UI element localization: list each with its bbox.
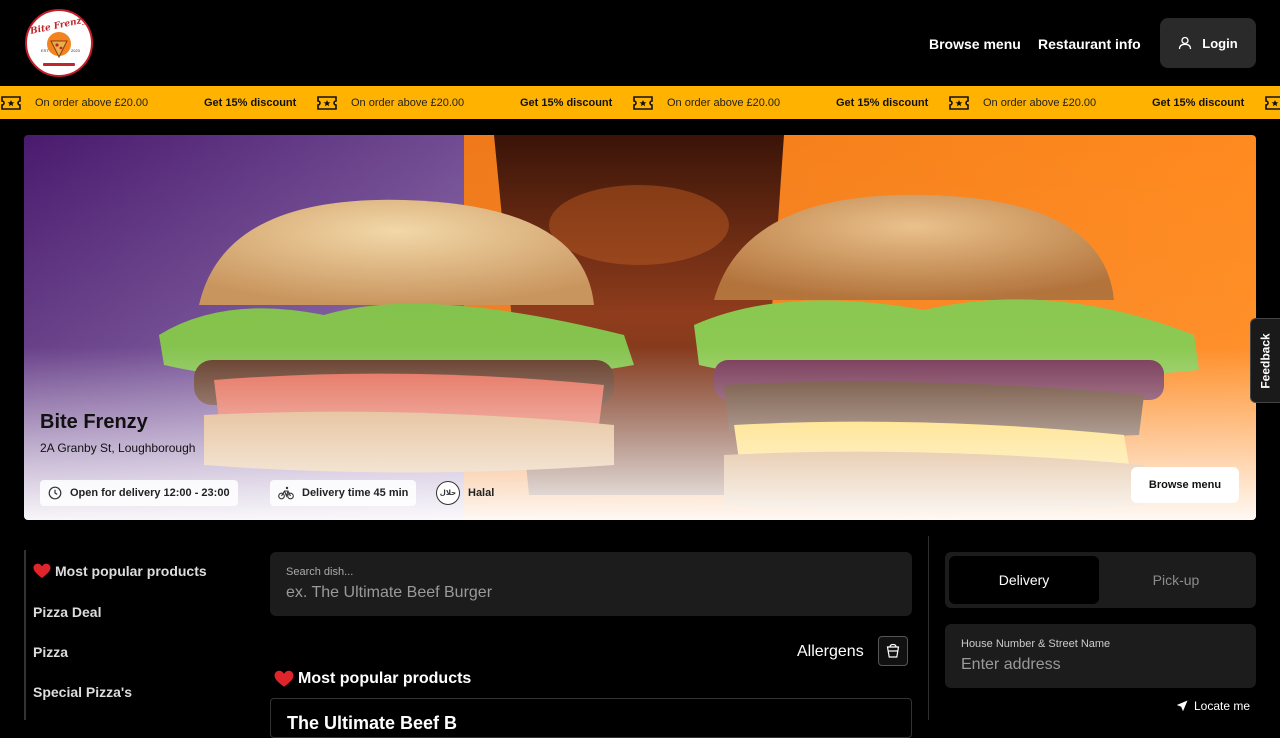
delivery-option[interactable]: Delivery xyxy=(949,556,1099,604)
ticker-discount-text: Get 15% discount xyxy=(836,96,929,109)
category-most-popular[interactable]: Most popular products xyxy=(33,563,207,579)
delivery-time-chip: Delivery time 45 min xyxy=(270,480,417,506)
address-box: House Number & Street Name xyxy=(945,624,1256,688)
ticker-order-text: On order above £20.00 xyxy=(35,96,149,109)
heart-icon xyxy=(274,670,294,687)
search-input[interactable] xyxy=(286,582,886,604)
ticker-order-text: On order above £20.00 xyxy=(667,96,781,109)
ticket-icon xyxy=(1265,95,1280,110)
halal-text: Halal xyxy=(468,487,495,499)
svg-text:2023: 2023 xyxy=(71,48,81,53)
ticker-track: On order above £20.00 Get 15% discount O… xyxy=(1,86,1280,119)
section-title-text: Most popular products xyxy=(298,670,472,687)
nav-restaurant-info[interactable]: Restaurant info xyxy=(1038,36,1141,52)
restaurant-logo[interactable]: Bite Frenzy EST. 2023 xyxy=(25,9,93,77)
category-label: Pizza xyxy=(33,644,69,660)
nav-browse-menu[interactable]: Browse menu xyxy=(929,36,1021,52)
category-pizza[interactable]: Pizza xyxy=(33,644,68,660)
section-title-most-popular: Most popular products xyxy=(274,670,471,688)
promo-ticker: On order above £20.00 Get 15% discount O… xyxy=(0,86,1280,119)
locate-me-label: Locate me xyxy=(1194,699,1251,713)
category-sidebar: Most popular products Pizza Deal Pizza S… xyxy=(24,550,244,720)
hero-banner: Bite Frenzy 2A Granby St, Loughborough O… xyxy=(24,135,1256,520)
navigation-arrow-icon xyxy=(1176,700,1188,712)
ticker-item: On order above £20.00 Get 15% discount xyxy=(317,86,633,119)
feedback-label: Feedback xyxy=(1258,332,1273,389)
ticker-item: On order above £20.00 Get 15% discount xyxy=(633,86,949,119)
restaurant-name: Bite Frenzy xyxy=(40,411,148,433)
heart-icon xyxy=(33,563,51,578)
ticket-icon xyxy=(949,95,969,110)
category-label: Most popular products xyxy=(55,563,207,579)
site-header: Bite Frenzy EST. 2023 Browse menu Restau… xyxy=(0,0,1280,86)
product-card[interactable]: The Ultimate Beef B xyxy=(270,698,912,738)
category-label: Pizza Deal xyxy=(33,604,102,620)
address-input[interactable] xyxy=(961,654,1241,676)
ticket-icon xyxy=(633,95,653,110)
ticker-item: On order above £20.00 Get 15% discount xyxy=(949,86,1265,119)
clock-icon xyxy=(48,486,62,500)
pickup-option[interactable]: Pick-up xyxy=(1101,556,1251,604)
feedback-tab[interactable]: Feedback xyxy=(1250,318,1280,403)
user-icon xyxy=(1179,36,1192,50)
halal-chip: حلال Halal xyxy=(428,480,502,506)
delivery-pickup-toggle: Delivery Pick-up xyxy=(945,552,1256,608)
logo-icon: Bite Frenzy EST. 2023 xyxy=(28,13,89,73)
ticket-icon xyxy=(1,95,21,110)
halal-icon: حلال xyxy=(436,481,460,505)
hero-browse-menu-button[interactable]: Browse menu xyxy=(1131,467,1239,503)
ticker-discount-text: Get 15% discount xyxy=(204,96,297,109)
panel-divider xyxy=(928,536,929,720)
ticker-item: On order above £20.00 Get 15% discount xyxy=(1,86,317,119)
login-button[interactable]: Login xyxy=(1160,18,1256,68)
opening-hours-text: Open for delivery 12:00 - 23:00 xyxy=(70,487,230,499)
dish-search-box: Search dish... xyxy=(270,552,912,616)
ticker-item xyxy=(1265,86,1280,119)
category-special-pizzas[interactable]: Special Pizza's xyxy=(33,684,132,700)
ticker-discount-text: Get 15% discount xyxy=(1152,96,1245,109)
ticket-icon xyxy=(317,95,337,110)
product-title: The Ultimate Beef B xyxy=(287,713,458,733)
login-label: Login xyxy=(1202,35,1238,51)
allergen-icon xyxy=(886,643,900,658)
locate-me-button[interactable]: Locate me xyxy=(1176,699,1250,713)
ticker-order-text: On order above £20.00 xyxy=(351,96,465,109)
burger-hero-image xyxy=(24,135,1256,520)
svg-text:EST.: EST. xyxy=(41,48,49,53)
allergens-label: Allergens xyxy=(797,643,864,660)
restaurant-address: 2A Granby St, Loughborough xyxy=(40,441,196,455)
delivery-time-text: Delivery time 45 min xyxy=(302,487,409,499)
category-pizza-deal[interactable]: Pizza Deal xyxy=(33,604,101,620)
address-label: House Number & Street Name xyxy=(961,638,1111,650)
allergens-button[interactable] xyxy=(878,636,908,666)
opening-hours-chip: Open for delivery 12:00 - 23:00 xyxy=(40,480,238,506)
bicycle-icon xyxy=(278,486,294,500)
ticker-discount-text: Get 15% discount xyxy=(520,96,613,109)
ticker-order-text: On order above £20.00 xyxy=(983,96,1097,109)
search-label: Search dish... xyxy=(286,566,354,578)
category-label: Special Pizza's xyxy=(33,684,133,700)
